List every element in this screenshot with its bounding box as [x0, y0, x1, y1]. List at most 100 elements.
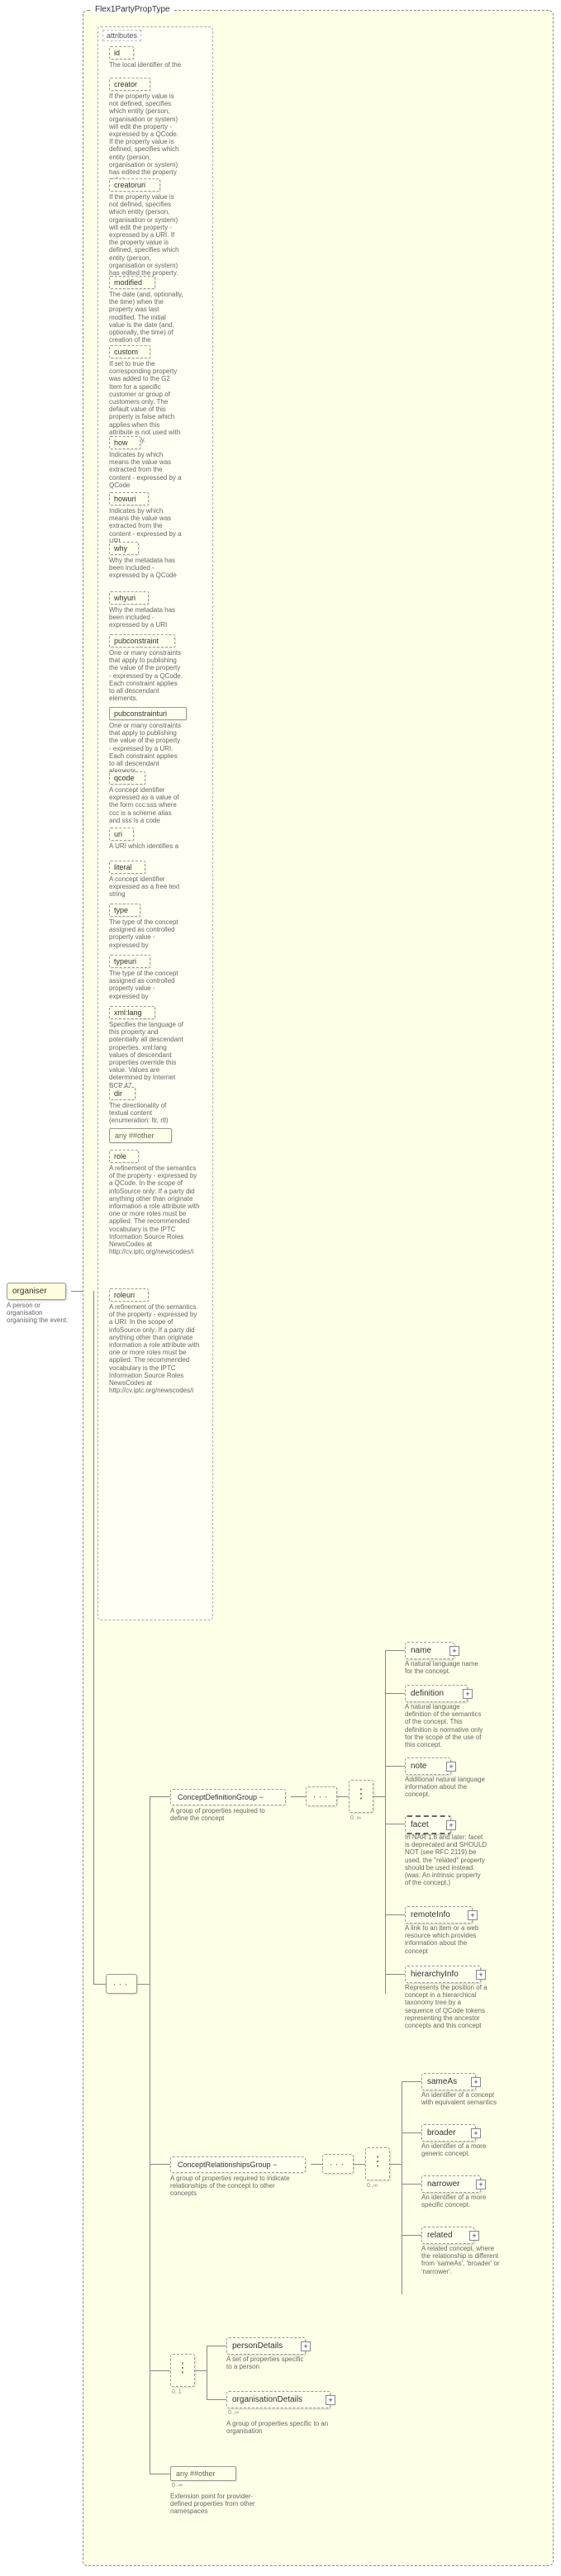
attr-desc: A refinement of the semantics of the pro… [109, 1303, 200, 1394]
connector [150, 2370, 170, 2371]
attr-box[interactable]: pubconstraint [109, 634, 175, 648]
attr-box[interactable]: howuri [109, 492, 149, 505]
element-any-other[interactable]: any ##other [170, 2466, 236, 2481]
element-name[interactable]: name + [405, 1642, 454, 1659]
expand-icon[interactable]: + [468, 1910, 478, 1920]
attr-box[interactable]: whyuri [109, 591, 149, 605]
connector [207, 2399, 226, 2400]
element-label: definition [411, 1689, 444, 1698]
element-label: hierarchyInfo [411, 1970, 459, 1979]
element-desc: A group of properties specific to an org… [226, 2420, 334, 2435]
attr-box[interactable]: role [109, 1150, 139, 1163]
attr-box[interactable]: roleuri [109, 1288, 149, 1302]
rel-choice[interactable] [365, 2147, 390, 2180]
attr-desc: Indicates by which means the value was e… [109, 507, 183, 545]
attr-desc: The date (and, optionally, the time) whe… [109, 291, 183, 344]
expand-icon[interactable]: + [476, 2180, 486, 2189]
attr-box[interactable]: xml:lang [109, 1006, 155, 1019]
element-facet[interactable]: facet + [405, 1815, 451, 1834]
element-desc: A natural language name for the concept. [405, 1660, 487, 1675]
def-choice[interactable] [349, 1780, 373, 1813]
attr-desc: A URI which identifies a [109, 842, 183, 850]
element-label: note [411, 1762, 426, 1771]
attr-desc: Indicates by which means the value was e… [109, 451, 183, 489]
connector [385, 1766, 405, 1767]
element-label: sameAs [427, 2077, 457, 2086]
attr-any[interactable]: any ##other [109, 1128, 172, 1143]
attr-box[interactable]: how [109, 436, 140, 449]
occurs-label: 0..∞ [367, 2183, 378, 2189]
attr-desc: Specifies the language of this property … [109, 1021, 183, 1089]
element-desc: An identifier of a concept with equivale… [421, 2091, 504, 2106]
attr-desc: Why the metadata has been included - exp… [109, 606, 183, 629]
element-label: remoteInfo [411, 1910, 450, 1919]
element-sameas[interactable]: sameAs + [421, 2073, 476, 2090]
expand-icon[interactable]: + [471, 2128, 481, 2138]
attr-box[interactable]: qcode [109, 771, 145, 785]
connector [93, 1291, 94, 1984]
attr-box[interactable]: creator [109, 78, 150, 91]
expand-icon[interactable]: + [471, 2077, 481, 2087]
connector [93, 1984, 106, 1985]
element-desc: In NAR 1.8 and later: facet is deprecate… [405, 1834, 487, 1886]
attr-box[interactable]: why [109, 542, 139, 555]
attributes-label: attributes [102, 30, 141, 41]
attr-box[interactable]: literal [109, 861, 145, 874]
element-organisationdetails[interactable]: organisationDetails + [226, 2391, 330, 2408]
connector [373, 1796, 385, 1797]
def-sequence[interactable] [306, 1786, 337, 1806]
attr-desc: If the property value is not defined, sp… [109, 193, 183, 277]
connector [311, 2164, 322, 2165]
element-persondetails[interactable]: personDetails + [226, 2337, 306, 2355]
attr-box[interactable]: dir [109, 1087, 135, 1100]
connector [385, 1914, 405, 1915]
attr-box[interactable]: creatoruri [109, 178, 160, 192]
expand-icon[interactable]: − [273, 2161, 277, 2169]
element-remoteinfo[interactable]: remoteInfo + [405, 1906, 473, 1924]
connector [385, 1693, 405, 1694]
element-desc: A natural language definition of the sem… [405, 1703, 487, 1748]
expand-icon[interactable]: + [463, 1689, 473, 1699]
attr-desc: Why the metadata has been included - exp… [109, 557, 183, 580]
expand-icon[interactable]: + [469, 2231, 479, 2241]
party-choice[interactable] [170, 2354, 195, 2387]
connector [390, 2164, 402, 2165]
connector [385, 1974, 405, 1975]
concept-relationships-group[interactable]: ConceptRelationshipsGroup − [170, 2156, 306, 2173]
attr-box[interactable]: pubconstrainturi [109, 707, 187, 720]
root-element-desc: A person or organisation organising the … [7, 1302, 69, 1325]
expand-icon[interactable]: − [259, 1793, 264, 1801]
element-broader[interactable]: broader + [421, 2124, 476, 2142]
element-definition[interactable]: definition + [405, 1685, 468, 1702]
element-related[interactable]: related + [421, 2227, 474, 2244]
connector [195, 2370, 207, 2371]
expand-icon[interactable]: + [449, 1646, 459, 1656]
element-desc: A related concept, where the relationshi… [421, 2245, 504, 2275]
attr-box[interactable]: type [109, 904, 140, 917]
element-hierarchyinfo[interactable]: hierarchyInfo + [405, 1966, 481, 1983]
element-note[interactable]: note + [405, 1758, 451, 1775]
attr-box[interactable]: modified [109, 276, 155, 289]
expand-icon[interactable]: + [446, 1762, 456, 1772]
connector [402, 2235, 421, 2236]
expand-icon[interactable]: + [476, 1970, 486, 1980]
connector [137, 1984, 150, 1985]
expand-icon[interactable]: + [326, 2395, 335, 2405]
element-narrower[interactable]: narrower + [421, 2175, 481, 2193]
expand-icon[interactable]: + [446, 1820, 456, 1830]
attr-box[interactable]: custom [109, 345, 150, 358]
root-element-organiser[interactable]: organiser [7, 1283, 66, 1300]
main-sequence[interactable] [106, 1974, 137, 1994]
rel-sequence[interactable] [322, 2154, 354, 2174]
connector [71, 1291, 83, 1292]
element-desc: An identifier of a more specific concept… [421, 2194, 504, 2208]
element-label: broader [427, 2128, 455, 2137]
attr-box[interactable]: typeuri [109, 955, 150, 968]
connector [337, 1796, 349, 1797]
attr-box[interactable]: uri [109, 828, 134, 841]
attr-box[interactable]: id [109, 46, 134, 59]
expand-icon[interactable]: + [301, 2341, 311, 2351]
element-desc: Extension point for provider-defined pro… [170, 2493, 269, 2516]
concept-definition-group[interactable]: ConceptDefinitionGroup − [170, 1789, 286, 1805]
attr-desc: A refinement of the semantics of the pro… [109, 1165, 200, 1255]
